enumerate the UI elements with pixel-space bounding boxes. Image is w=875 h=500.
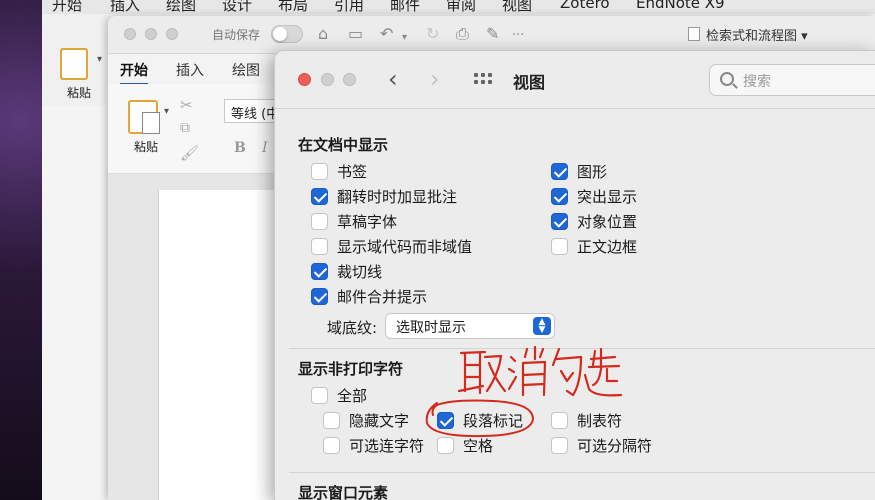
field-shading-value: 选取时显示 — [396, 320, 466, 336]
checkbox-box[interactable] — [323, 437, 340, 454]
back-tab-draw[interactable]: 绘图 — [166, 0, 196, 14]
paste-label: 粘贴 — [134, 140, 159, 154]
view-preferences-dialog: ‹ › 视图 搜索 在文档中显示 书签 翻转时时加显批注 草稿字体 显示域代码而… — [274, 50, 875, 500]
preferences-title: 视图 — [513, 73, 546, 92]
checkbox-box[interactable] — [323, 412, 340, 429]
checkbox-box[interactable] — [311, 213, 328, 230]
back-tab-insert[interactable]: 插入 — [110, 0, 140, 14]
checkbox-highlight[interactable]: 突出显示 — [551, 186, 637, 207]
checkbox-field-codes[interactable]: 显示域代码而非域值 — [311, 236, 472, 257]
handwritten-annotation — [457, 345, 623, 397]
section-title-show-in-document: 在文档中显示 — [298, 136, 389, 154]
checkbox-box[interactable] — [551, 437, 568, 454]
checkbox-bookmarks[interactable]: 书签 — [311, 161, 367, 182]
tab-draw[interactable]: 绘图 — [232, 60, 260, 80]
back-tab-mailings[interactable]: 邮件 — [390, 0, 420, 14]
minimize-window-button[interactable] — [145, 28, 157, 40]
autosave-toggle[interactable] — [271, 25, 303, 43]
checkbox-optional-breaks[interactable]: 可选分隔符 — [551, 435, 652, 456]
checkbox-box-checked[interactable] — [551, 163, 568, 180]
search-icon — [720, 72, 734, 86]
checkbox-box-checked[interactable] — [551, 213, 568, 230]
checkbox-box[interactable] — [311, 387, 328, 404]
checkbox-object-anchors[interactable]: 对象位置 — [551, 211, 637, 232]
back-tab-endnote[interactable]: EndNote X9 — [636, 0, 725, 12]
copy-icon: ⧉ — [180, 120, 190, 136]
format-painter-icon[interactable]: 🖌 — [180, 144, 199, 162]
close-window-button[interactable] — [124, 28, 136, 40]
zoom-button — [343, 73, 356, 86]
show-all-grid-icon[interactable] — [474, 73, 494, 87]
section-title-window-elements: 显示窗口元素 — [298, 484, 389, 500]
edit-icon[interactable]: ✎ — [486, 25, 499, 43]
checkbox-box[interactable] — [437, 437, 454, 454]
checkbox-draft-font[interactable]: 草稿字体 — [311, 211, 397, 232]
checkbox-crop-marks[interactable]: 裁切线 — [311, 261, 382, 282]
back-tab-home[interactable]: 开始 — [52, 0, 82, 14]
forward-arrow-icon: › — [430, 65, 440, 93]
back-paste-label: 粘贴 — [67, 86, 92, 100]
chevron-down-icon[interactable]: ▾ — [164, 106, 169, 117]
checkbox-mail-merge-hints[interactable]: 邮件合并提示 — [311, 286, 427, 307]
back-tab-zotero[interactable]: Zotero — [560, 0, 610, 12]
checkbox-drawings[interactable]: 图形 — [551, 161, 607, 182]
section-title-nonprinting-characters: 显示非打印字符 — [298, 360, 404, 378]
back-tab-view[interactable]: 视图 — [502, 0, 532, 14]
checkbox-box[interactable] — [311, 163, 328, 180]
undo-dropdown-icon[interactable]: ▾ — [402, 29, 407, 47]
field-shading-label: 域底纹: — [327, 319, 378, 337]
tab-insert[interactable]: 插入 — [176, 60, 204, 80]
paste-icon[interactable] — [60, 48, 88, 80]
print-icon[interactable]: ⎙ — [456, 25, 469, 43]
more-icon[interactable]: ··· — [512, 27, 524, 45]
checkbox-box-checked[interactable] — [311, 188, 328, 205]
tab-home[interactable]: 开始 — [120, 60, 148, 86]
field-shading-select[interactable]: 选取时显示 ▲ ▼ — [385, 313, 555, 339]
checkbox-all[interactable]: 全部 — [311, 385, 367, 406]
back-tab-review[interactable]: 审阅 — [446, 0, 476, 14]
zoom-window-button[interactable] — [166, 28, 178, 40]
checkbox-box-checked[interactable] — [551, 188, 568, 205]
scissors-icon: ✂ — [180, 96, 193, 114]
back-tab-references[interactable]: 引用 — [334, 0, 364, 14]
checkbox-box[interactable] — [551, 238, 568, 255]
italic-button[interactable]: I — [262, 140, 268, 156]
redo-icon: ↻ — [426, 24, 440, 43]
bold-button[interactable]: B — [234, 140, 246, 156]
checkbox-box[interactable] — [551, 412, 568, 429]
checkbox-box[interactable] — [311, 238, 328, 255]
search-field[interactable]: 搜索 — [709, 64, 875, 96]
chevron-down-icon[interactable]: ▾ — [97, 54, 102, 65]
document-icon — [688, 27, 700, 41]
red-circle-annotation — [425, 399, 535, 438]
checkbox-text-boundaries[interactable]: 正文边框 — [551, 236, 637, 257]
back-ribbon-tabs: 开始 插入 绘图 设计 布局 引用 邮件 审阅 视图 Zotero EndNot… — [42, 0, 875, 14]
checkbox-hidden-text[interactable]: 隐藏文字 — [323, 410, 409, 431]
checkbox-comments-on-rollover[interactable]: 翻转时时加显批注 — [311, 186, 457, 207]
back-arrow-icon[interactable]: ‹ — [388, 65, 398, 93]
close-button[interactable] — [298, 73, 311, 86]
checkbox-box-checked[interactable] — [311, 288, 328, 305]
back-ribbon: ▾ 粘贴 — [42, 14, 107, 106]
word-titlebar: 自动保存 ⌂ ▭ ↶ ▾ ↻ ⎙ ✎ ··· 检索式和流程图 ▾ — [108, 16, 875, 54]
save-icon[interactable]: ▭ — [348, 25, 363, 43]
document-title[interactable]: 检索式和流程图 ▾ — [706, 25, 808, 44]
undo-icon[interactable]: ↶ — [380, 25, 393, 43]
section-divider — [289, 472, 875, 473]
home-icon[interactable]: ⌂ — [318, 25, 328, 43]
checkbox-box-checked[interactable] — [311, 263, 328, 280]
preferences-titlebar: ‹ › 视图 搜索 — [275, 51, 875, 109]
search-placeholder: 搜索 — [743, 74, 771, 90]
checkbox-optional-hyphens[interactable]: 可选连字符 — [323, 435, 424, 456]
paste-icon[interactable] — [128, 100, 160, 134]
checkbox-tab-characters[interactable]: 制表符 — [551, 410, 622, 431]
minimize-button — [321, 73, 334, 86]
autosave-label: 自动保存 — [212, 28, 261, 42]
back-tab-design[interactable]: 设计 — [222, 0, 252, 14]
desktop-background — [0, 0, 42, 500]
updown-chevron-icon: ▲ ▼ — [533, 317, 551, 335]
back-tab-layout[interactable]: 布局 — [278, 0, 308, 14]
